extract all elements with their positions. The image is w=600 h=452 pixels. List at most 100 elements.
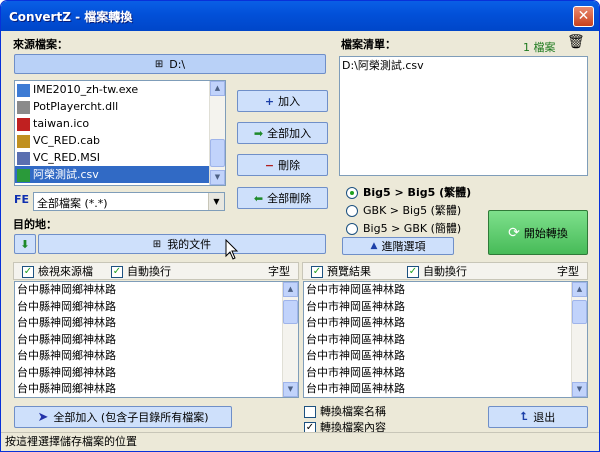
dll-icon (17, 100, 30, 114)
start-conversion-button[interactable]: ⟳ 開始轉換 (488, 210, 588, 255)
source-path-button[interactable]: ⊞ D:\ (14, 54, 326, 74)
add-icon: + (264, 94, 275, 108)
scroll-down-arrow-icon[interactable]: ▼ (210, 170, 225, 185)
filelist-box[interactable]: D:\阿榮測試.csv (339, 56, 588, 176)
conversion-option-radio[interactable]: GBK > Big5 (繁體) (346, 202, 461, 218)
scroll-down-arrow-icon[interactable]: ▼ (572, 382, 587, 397)
folder-tree-icon: ⊞ (154, 58, 164, 70)
view-source-checkbox[interactable]: ✓ 檢視來源檔 (22, 263, 93, 279)
exe-icon (17, 83, 30, 97)
result-content-lines: 台中市神岡區神林路 台中市神岡區神林路 台中市神岡區神林路 台中市神岡區神林路 台中市神… (304, 282, 587, 397)
text-line: 台中市神岡區神林路 (306, 299, 405, 313)
radio-icon (346, 223, 358, 235)
scroll-thumb[interactable] (210, 139, 225, 167)
add-all-button[interactable]: ➡ 全部加入 (237, 122, 328, 144)
file-filter-select[interactable]: 全部檔案 (*.*) ▼ (33, 192, 225, 211)
chevron-down-icon[interactable]: ▼ (208, 193, 224, 210)
text-line: 台中縣神岡鄉神林路 (17, 365, 116, 379)
destination-label: 目的地： (13, 218, 57, 231)
filelist-count: 1 檔案 (523, 41, 556, 54)
text-line: 台中縣神岡鄉神林路 (17, 316, 116, 329)
csv-icon (17, 168, 30, 182)
left-font-button[interactable]: 字型 (268, 263, 290, 279)
exit-arrow-icon: ⮤ (520, 410, 528, 423)
arrow-right-icon: ➤ (37, 409, 49, 425)
status-bar: 按這裡選擇儲存檔案的位置 (1, 432, 599, 451)
source-content-text[interactable]: 台中縣神岡鄉神林路 台中縣神岡鄉神林路 台中縣神岡鄉神林路 台中縣神岡鄉神林路 台中縣神… (14, 281, 299, 398)
arrow-up-icon: ▲ (370, 241, 378, 251)
source-list-scrollbar[interactable]: ▲ ▼ (209, 81, 225, 185)
checkbox-checked-icon: ✓ (311, 266, 323, 278)
title-bar[interactable]: ConvertZ - 檔案轉換 ✕ (1, 1, 599, 31)
result-content-text[interactable]: 台中市神岡區神林路 台中市神岡區神林路 台中市神岡區神林路 台中市神岡區神林路 台中市神… (303, 281, 588, 398)
text-line: 台中縣神岡鄉神林路 (17, 299, 116, 313)
exit-button[interactable]: ⮤ 退出 (488, 406, 588, 428)
arrow-right-icon: ➡ (253, 126, 264, 140)
radio-icon (346, 205, 358, 217)
text-line: 台中縣神岡鄉神林路 (17, 332, 116, 346)
source-path-text: D:\ (169, 57, 186, 71)
checkbox-unchecked-icon (304, 406, 316, 418)
text-line: 台中市神岡區神林路 (306, 332, 405, 346)
list-item[interactable]: PotPlayercht.dll (15, 98, 225, 115)
preview-result-checkbox[interactable]: ✓ 預覽結果 (311, 263, 371, 279)
cab-icon (17, 134, 30, 148)
scroll-thumb[interactable] (572, 300, 587, 324)
close-button[interactable]: ✕ (573, 6, 594, 27)
flag-icon (17, 117, 30, 131)
scroll-thumb[interactable] (283, 300, 298, 324)
destination-path-button[interactable]: ⊞ 我的文件 (38, 234, 326, 254)
right-auto-wrap-checkbox[interactable]: ✓ 自動換行 (407, 263, 467, 279)
right-font-button[interactable]: 字型 (557, 263, 579, 279)
result-preview-header: ✓ 預覽結果 ✓ 自動換行 字型 (302, 262, 588, 280)
convert-filename-checkbox[interactable]: 轉換檔案名稱 (304, 403, 386, 419)
text-line: 台中縣神岡鄉神林路 (17, 349, 116, 362)
scroll-up-arrow-icon[interactable]: ▲ (210, 81, 225, 96)
text-line: 台中市神岡區神林路 (306, 382, 405, 395)
add-button[interactable]: + 加入 (237, 90, 328, 112)
destination-path-text: 我的文件 (167, 238, 212, 251)
advanced-options-button[interactable]: ▲ 進階選項 (342, 237, 454, 255)
filelist-label: 檔案清單： (341, 38, 396, 51)
source-file-rows: IME2010_zh-tw.exe PotPlayercht.dll taiwan.… (15, 81, 225, 183)
scroll-up-arrow-icon[interactable]: ▲ (283, 282, 298, 297)
source-label: 來源檔案： (13, 38, 68, 51)
text-line: 台中市神岡區神林路 (306, 316, 405, 329)
conversion-option-radio[interactable]: Big5 > GBK (簡體) (346, 220, 461, 236)
refresh-icon: ⟳ (508, 224, 520, 241)
checkbox-checked-icon: ✓ (407, 266, 419, 278)
left-auto-wrap-checkbox[interactable]: ✓ 自動換行 (111, 263, 171, 279)
convertz-window: ConvertZ - 檔案轉換 ✕ 來源檔案： ⊞ D:\ IME2010_zh… (0, 0, 600, 452)
text-line: 台中市神岡區神林路 (306, 365, 405, 379)
list-item[interactable]: VC_RED.cab (15, 132, 225, 149)
add-all-with-subdirs-button[interactable]: ➤ 全部加入 (包含子目錄所有檔案) (14, 406, 232, 428)
remove-icon: − (264, 158, 275, 172)
list-item[interactable]: D:\阿榮測試.csv (340, 57, 587, 74)
checkbox-checked-icon: ✓ (22, 266, 34, 278)
source-content-scrollbar[interactable]: ▲ ▼ (282, 282, 298, 397)
folder-tree-icon: ⊞ (152, 238, 162, 250)
list-item[interactable]: taiwan.ico (15, 115, 225, 132)
radio-icon (346, 187, 358, 199)
arrow-down-icon: ⬇ (20, 237, 30, 251)
source-preview-header: ✓ 檢視來源檔 ✓ 自動換行 字型 (13, 262, 299, 280)
filter-badge: FE (14, 193, 30, 206)
conversion-option-radio[interactable]: Big5 > Big5 (繁體) (346, 184, 471, 200)
text-line: 台中市神岡區神林路 (306, 349, 405, 362)
scroll-up-arrow-icon[interactable]: ▲ (572, 282, 587, 297)
result-content-scrollbar[interactable]: ▲ ▼ (571, 282, 587, 397)
remove-all-button[interactable]: ⬅ 全部刪除 (237, 187, 328, 209)
list-item[interactable]: IME2010_zh-tw.exe (15, 81, 225, 98)
source-file-list[interactable]: IME2010_zh-tw.exe PotPlayercht.dll taiwan.… (14, 80, 226, 186)
file-filter-value: 全部檔案 (*.*) (37, 197, 108, 210)
destination-down-button[interactable]: ⬇ (14, 234, 36, 254)
remove-button[interactable]: − 刪除 (237, 154, 328, 176)
list-item[interactable]: VC_RED.MSI (15, 149, 225, 166)
list-item[interactable]: 阿榮測試.csv (15, 166, 225, 183)
cursor-arrow-icon (225, 239, 239, 260)
text-line: 台中市神岡區神林路 (306, 283, 405, 296)
clear-list-icon[interactable]: 🗑 (567, 34, 587, 52)
scroll-down-arrow-icon[interactable]: ▼ (283, 382, 298, 397)
msi-icon (17, 151, 30, 165)
checkbox-checked-icon: ✓ (111, 266, 123, 278)
